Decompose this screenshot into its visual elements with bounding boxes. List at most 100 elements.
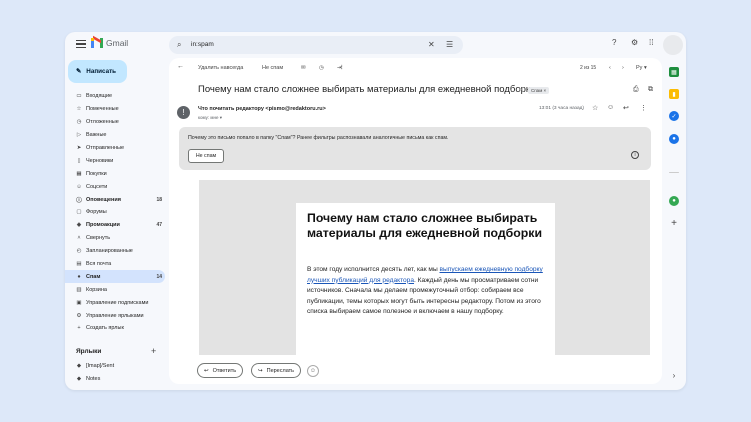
sidebar-item[interactable]: ▢ Форумы [65,206,165,219]
keep-icon[interactable]: ▮ [669,89,679,99]
label-item-text: Notes [86,376,101,383]
sidebar-item[interactable]: ➤ Отправленные [65,142,165,155]
print-icon[interactable]: ⎙ [633,86,639,94]
spam-icon: ● [77,273,81,280]
sidebar-item[interactable]: ● Спам 14 [65,270,165,284]
sender-name[interactable]: Что почитать редактору <pismo@redaktoru.… [198,106,326,112]
clear-search-icon[interactable]: ✕ [428,40,435,49]
search-input[interactable]: in:spam [191,41,214,48]
more-vert-icon[interactable]: ⋮ [339,65,345,71]
help-icon[interactable]: ? [612,38,616,47]
forward-label: Переслать [266,367,295,374]
open-new-window-icon[interactable]: ⧉ [648,86,653,94]
zoom-icon[interactable]: ● [669,196,679,206]
not-spam-toolbar-button[interactable]: Не спам [262,65,283,71]
email-subject: Почему нам стало сложнее выбирать матери… [198,84,536,95]
top-bar: Gmail ⌕ in:spam ✕ ☰ ? ⚙ ⁞⁞ [65,32,686,58]
newsletter-card: Почему нам стало сложнее выбирать матери… [296,203,555,355]
gmail-logo[interactable]: Gmail [91,35,129,48]
search-options-icon[interactable]: ☰ [446,40,453,49]
tasks-icon[interactable]: ✓ [669,111,679,121]
snooze-icon[interactable]: ◷ [319,65,324,71]
sidebar-item[interactable]: ▤ Вся почта [65,258,165,271]
emoji-reaction-icon[interactable]: ☺ [607,104,614,111]
sidebar-item-count: 18 [156,196,162,203]
sidebar-item[interactable]: ˄ Свернуть [65,232,165,245]
label-item[interactable]: ◆ Notes [65,373,165,386]
sidebar-item[interactable]: ⓘ Оповещения 18 [65,193,165,206]
emoji-button[interactable]: ☺ [307,365,319,377]
reply-icon[interactable]: ↩ [623,104,629,112]
clock-icon: ◷ [76,119,82,126]
toolbar: ← Удалить навсегда Не спам ✉ ◷ ⇥ ⋮ 2 из … [169,58,662,78]
not-spam-button[interactable]: Не спам [188,149,224,163]
info-icon[interactable]: i [631,151,639,159]
search-bar[interactable]: ⌕ in:spam ✕ ☰ [169,36,463,54]
reply-button[interactable]: ↩ Ответить [197,363,244,378]
sidebar-item-label: Создать ярлык [86,325,124,332]
forward-arrow-icon: ↪ [258,367,263,374]
prev-page-icon[interactable]: ‹ [609,65,611,71]
sidebar-item[interactable]: ◴ Запланированные [65,245,165,258]
sidebar-item[interactable]: ▥ Корзина [65,283,165,296]
sidebar-item[interactable]: ☺ Соцсети [65,180,165,193]
sender-avatar: ! [177,106,190,119]
label-tag-icon: ◆ [76,363,82,370]
mail-icon[interactable]: ✉ [301,65,306,71]
contacts-icon[interactable]: ● [669,134,679,144]
rail-divider [669,172,679,173]
sidebar-item[interactable]: ◈ Промоакции 47 [65,219,165,232]
next-page-icon[interactable]: › [622,65,624,71]
sidebar-item-count: 47 [156,222,162,229]
all-mail-icon: ▤ [76,261,82,268]
reply-label: Ответить [212,367,237,374]
paragraph-start: В этом году исполнится десять лет, как м… [307,266,440,273]
apps-icon[interactable]: ⁞⁞ [649,38,653,47]
sidebar-item[interactable]: ◷ Отложенные [65,116,165,129]
forward-button[interactable]: ↪ Переслать [251,363,302,378]
sidebar-item[interactable]: ▣ Управление подписками [65,296,165,309]
sidebar-nav: ▭ Входящие ☆ Помеченные ◷ Отложенные ▷ Важные ➤ О… [65,90,165,335]
draft-icon: ▯ [77,157,81,164]
info-icon: ⓘ [76,197,82,204]
delete-forever-button[interactable]: Удалить навсегда [198,65,243,71]
sidebar-item[interactable]: ▭ Входящие [65,90,165,103]
spam-label-text: Спам [531,88,543,93]
important-marker-icon[interactable]: ⊳ [519,87,523,93]
gear-icon[interactable]: ⚙ [631,38,638,47]
sidebar-item[interactable]: ☆ Помеченные [65,103,165,116]
sidebar-item[interactable]: ▦ Покупки [65,167,165,180]
label-item[interactable]: ◆ [Imap]/Sent [65,360,165,373]
more-options-icon[interactable]: ⋮ [640,104,647,112]
settings-icon: ⚙ [76,312,82,319]
recipient-text: кому: мне [198,115,219,120]
spam-label-chip[interactable]: Спам × [528,87,550,94]
sidebar-item[interactable]: ▷ Важные [65,129,165,142]
sidebar-item[interactable]: + Создать ярлык [65,322,165,335]
expand-panel-icon[interactable]: › [669,370,679,380]
sidebar-item-label: Черновики [86,157,114,164]
sidebar-item-label: Форумы [86,209,107,216]
avatar[interactable] [663,35,683,55]
sidebar-item-label: Оповещения [86,196,121,203]
sidebar-item[interactable]: ▯ Черновики [65,154,165,167]
star-icon[interactable]: ☆ [592,104,598,112]
reply-arrow-icon: ↩ [204,367,209,374]
label-tag-icon: ◆ [76,376,82,383]
back-arrow-icon[interactable]: ← [177,63,184,70]
sidebar-item[interactable]: ⚙ Управление ярлыками [65,309,165,322]
add-label-icon[interactable]: + [151,346,156,356]
sidebar-item-label: Промоакции [86,222,120,229]
sidebar-item-label: Соцсети [86,183,108,190]
search-icon[interactable]: ⌕ [177,40,181,50]
calendar-icon[interactable]: ▦ [669,67,679,77]
compose-button[interactable]: ✎ Написать [68,60,127,83]
input-tools-icon[interactable]: Ру ▾ [636,65,647,71]
main-menu-icon[interactable] [76,40,86,49]
add-addon-icon[interactable]: + [669,218,679,229]
sidebar-item-label: Отправленные [86,145,125,151]
labels-list: ◆ [Imap]/Sent ◆ Notes [65,360,165,386]
app-name: Gmail [106,38,129,48]
sidebar-item-label: Отложенные [86,119,119,126]
recipient-line[interactable]: кому: мне ▾ [198,115,222,121]
